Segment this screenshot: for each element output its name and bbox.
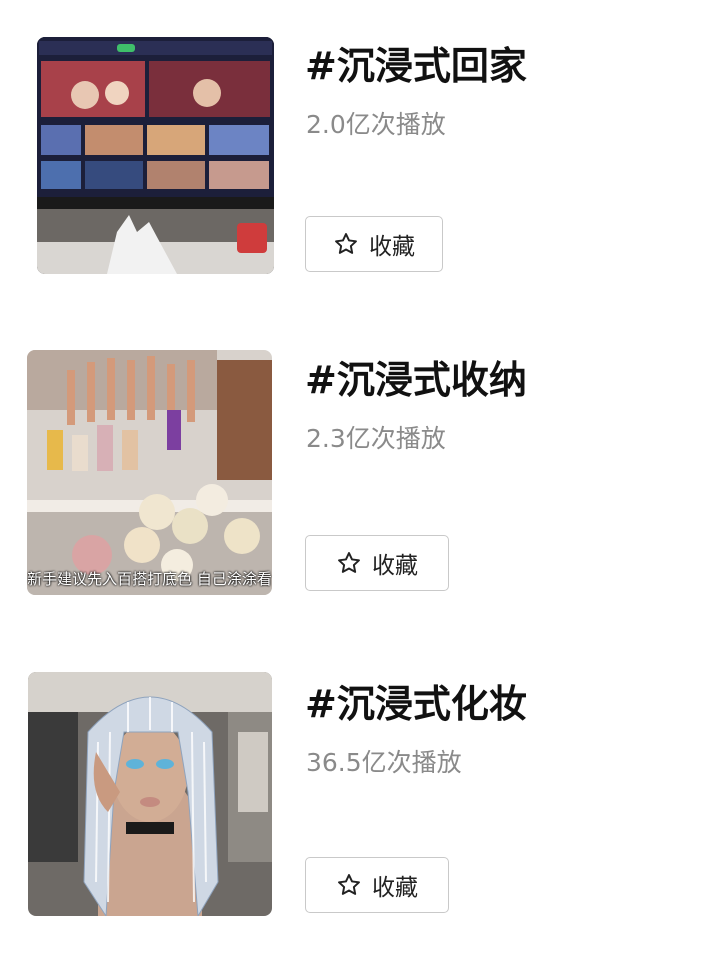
favorite-button[interactable]: 收藏 [305,216,443,272]
play-count: 36.5亿次播放 [306,748,462,777]
star-outline-icon [338,552,360,573]
play-count: 2.3亿次播放 [306,424,446,453]
favorite-button[interactable]: 收藏 [305,857,449,913]
star-outline-icon [335,233,357,254]
topic-title[interactable]: #沉浸式收纳 [305,361,527,399]
topic-title[interactable]: #沉浸式化妆 [305,685,527,723]
favorite-label: 收藏 [372,875,418,901]
topic-title[interactable]: #沉浸式回家 [305,47,527,85]
favorite-button[interactable]: 收藏 [305,535,449,591]
play-count: 2.0亿次播放 [306,110,446,139]
video-thumbnail[interactable]: 新手建议先入百搭打底色 自己涂涂看 [27,350,272,595]
favorite-label: 收藏 [372,553,418,579]
video-thumbnail[interactable] [37,37,274,274]
video-thumbnail[interactable] [28,672,272,916]
favorite-label: 收藏 [369,234,415,260]
star-outline-icon [338,874,360,895]
video-subtitle: 新手建议先入百搭打底色 自己涂涂看 [27,570,272,588]
